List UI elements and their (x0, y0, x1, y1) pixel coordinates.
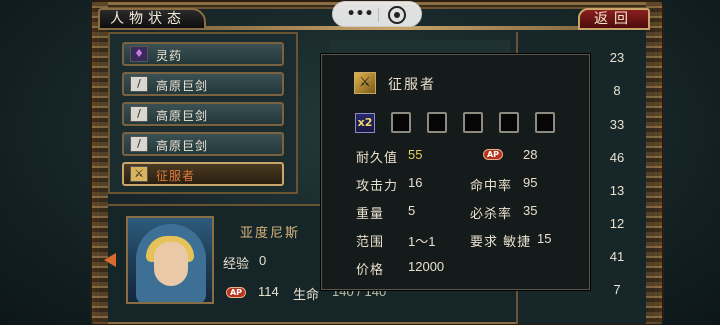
range-value: 1～1 (408, 234, 436, 249)
price-label: 价格 (356, 263, 385, 278)
stat-number: 12 (609, 216, 625, 231)
weight-label: 重量 (356, 207, 385, 222)
sword-icon: / (130, 76, 148, 92)
stat-number: 23 (609, 50, 625, 65)
empty-socket (391, 112, 411, 133)
item-label: 征服者 (156, 169, 196, 183)
character-name: 亚度尼斯 (240, 226, 301, 241)
tooltip-item-name: 征服者 (388, 77, 436, 93)
ap-badge-icon: AP (226, 287, 246, 298)
attack-value: 16 (408, 175, 423, 190)
crit-rate-label: 必杀率 (470, 207, 513, 222)
durability-value: 55 (408, 147, 423, 162)
hp-label: 生命 (293, 288, 320, 303)
requirement-label: 要求 敏捷 (470, 235, 532, 250)
requirement-value: 15 (537, 231, 552, 246)
inventory-item[interactable]: / 高原巨剑 (122, 72, 284, 96)
price-value: 12000 (408, 259, 445, 274)
hit-rate-label: 命中率 (470, 179, 513, 194)
stat-number: 13 (609, 183, 625, 198)
empty-socket (535, 112, 555, 133)
item-label: 灵药 (156, 49, 183, 63)
previous-character-arrow-icon[interactable] (104, 253, 116, 267)
range-label: 范围 (356, 235, 385, 250)
stat-number: 7 (613, 282, 621, 297)
crit-rate-value: 35 (523, 203, 538, 218)
empty-socket (499, 112, 519, 133)
empty-socket (463, 112, 483, 133)
inventory-item[interactable]: / 高原巨剑 (122, 132, 284, 156)
exp-value: 0 (259, 253, 267, 268)
potion-icon: ♦ (130, 46, 148, 62)
page-title: 人物状态 (98, 8, 206, 30)
frame-left-rail (92, 2, 108, 324)
empty-socket (427, 112, 447, 133)
weight-value: 5 (408, 203, 416, 218)
exp-label: 经验 (223, 257, 250, 272)
character-portrait (126, 216, 214, 304)
item-label: 高原巨剑 (156, 139, 209, 153)
more-icon[interactable]: ••• (345, 7, 375, 22)
close-miniapp-icon[interactable] (388, 6, 406, 24)
inventory-item-selected[interactable]: ⚔ 征服者 (122, 162, 284, 186)
sword-icon: / (130, 136, 148, 152)
back-button[interactable]: 返回 (578, 8, 650, 30)
stat-number: 8 (613, 83, 621, 98)
stat-number: 33 (609, 117, 625, 132)
frame-right-rail (646, 2, 662, 324)
durability-label: 耐久值 (356, 151, 399, 166)
conqueror-weapon-icon: ⚔ (130, 166, 148, 182)
portrait-face (154, 242, 188, 286)
stat-number: 41 (609, 249, 625, 264)
hit-rate-value: 95 (523, 175, 538, 190)
item-label: 高原巨剑 (156, 79, 209, 93)
inventory-item[interactable]: ♦ 灵药 (122, 42, 284, 66)
ap-badge-icon: AP (483, 149, 503, 160)
item-label: 高原巨剑 (156, 109, 209, 123)
sword-icon: / (130, 106, 148, 122)
ap-value: 114 (258, 284, 279, 299)
inventory-item[interactable]: / 高原巨剑 (122, 102, 284, 126)
socket-multiplier-badge: x2 (355, 113, 375, 133)
game-screen: 人物状态 返回 ••• ♦ 灵药 / 高原巨剑 / 高原巨剑 / 高原巨剑 ⚔ … (0, 0, 720, 325)
attack-label: 攻击力 (356, 179, 399, 194)
capsule-divider (378, 8, 379, 22)
stat-number: 46 (609, 150, 625, 165)
conqueror-weapon-icon: ⚔ (354, 72, 376, 94)
ap-cost-value: 28 (523, 147, 538, 162)
miniapp-capsule: ••• (332, 1, 422, 27)
